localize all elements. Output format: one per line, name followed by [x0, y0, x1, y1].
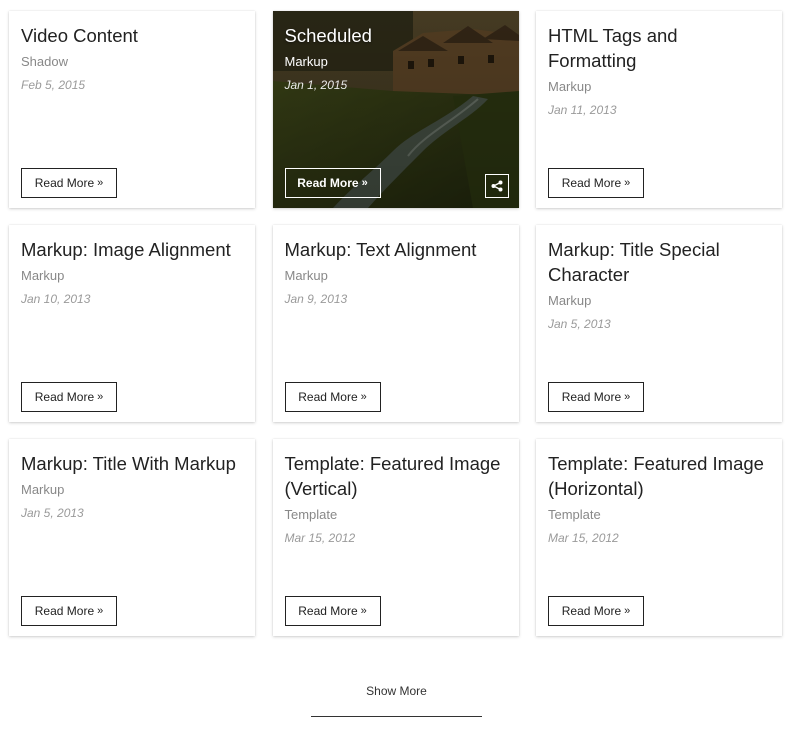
post-title[interactable]: HTML Tags and Formatting: [548, 23, 770, 73]
double-chevron-right-icon: »: [624, 605, 631, 617]
read-more-label: Read More: [297, 176, 359, 190]
read-more-button[interactable]: Read More»: [284, 382, 381, 412]
read-more-label: Read More: [34, 176, 95, 190]
post-category[interactable]: Template: [548, 507, 770, 523]
read-more-label: Read More: [561, 604, 622, 618]
post-title[interactable]: Template: Featured Image (Vertical): [285, 451, 507, 501]
post-title[interactable]: Markup: Image Alignment: [21, 237, 243, 262]
post-category[interactable]: Markup: [21, 268, 243, 284]
read-more-button[interactable]: Read More»: [284, 168, 381, 198]
double-chevron-right-icon: »: [361, 177, 368, 189]
post-date: Jan 1, 2015: [284, 78, 348, 92]
post-category[interactable]: Markup: [548, 79, 770, 95]
post-grid: Video Content Shadow Feb 5, 2015 Read Mo…: [9, 11, 782, 636]
post-date: Jan 9, 2013: [284, 292, 348, 306]
read-more-button[interactable]: Read More»: [21, 168, 117, 198]
read-more-button[interactable]: Read More»: [21, 596, 117, 626]
read-more-button[interactable]: Read More»: [548, 596, 644, 626]
read-more-label: Read More: [561, 176, 622, 190]
post-category[interactable]: Markup: [285, 54, 507, 70]
double-chevron-right-icon: »: [97, 177, 104, 189]
read-more-label: Read More: [298, 390, 358, 404]
double-chevron-right-icon: »: [360, 605, 367, 617]
post-card: Markup: Text Alignment Markup Jan 9, 201…: [272, 225, 519, 422]
post-category[interactable]: Shadow: [21, 54, 243, 70]
post-card-featured: Scheduled Markup Jan 1, 2015 Read More»: [272, 11, 519, 208]
post-card: Template: Featured Image (Horizontal) Te…: [536, 439, 782, 636]
post-card: Video Content Shadow Feb 5, 2015 Read Mo…: [9, 11, 255, 208]
post-title[interactable]: Markup: Title With Markup: [21, 451, 243, 476]
post-date: Jan 5, 2013: [21, 506, 84, 520]
read-more-label: Read More: [34, 604, 95, 618]
read-more-label: Read More: [34, 390, 95, 404]
share-icon: [491, 180, 502, 192]
show-more-container: Show More: [311, 676, 482, 717]
post-category[interactable]: Markup: [548, 293, 770, 309]
double-chevron-right-icon: »: [624, 391, 631, 403]
post-title[interactable]: Markup: Title Special Character: [548, 237, 770, 287]
post-date: Jan 11, 2013: [548, 103, 617, 117]
post-card: HTML Tags and Formatting Markup Jan 11, …: [536, 11, 782, 208]
featured-content: Scheduled Markup Jan 1, 2015: [285, 23, 507, 93]
post-card: Markup: Title With Markup Markup Jan 5, …: [9, 439, 255, 636]
double-chevron-right-icon: »: [97, 605, 104, 617]
post-category[interactable]: Template: [285, 507, 507, 523]
post-title[interactable]: Scheduled: [285, 23, 507, 48]
post-card: Markup: Title Special Character Markup J…: [536, 225, 782, 422]
post-title[interactable]: Video Content: [21, 23, 243, 48]
post-date: Jan 5, 2013: [548, 317, 611, 331]
post-date: Feb 5, 2015: [21, 78, 86, 92]
post-date: Mar 15, 2012: [548, 531, 619, 545]
read-more-button[interactable]: Read More»: [548, 168, 644, 198]
read-more-button[interactable]: Read More»: [548, 382, 644, 412]
double-chevron-right-icon: »: [97, 391, 104, 403]
share-button[interactable]: [484, 174, 509, 198]
post-category[interactable]: Markup: [285, 268, 507, 284]
read-more-label: Read More: [298, 604, 358, 618]
read-more-button[interactable]: Read More»: [284, 596, 381, 626]
post-card: Markup: Image Alignment Markup Jan 10, 2…: [9, 225, 255, 422]
post-date: Jan 10, 2013: [21, 292, 91, 306]
read-more-button[interactable]: Read More»: [21, 382, 117, 412]
post-title[interactable]: Template: Featured Image (Horizontal): [548, 451, 770, 501]
double-chevron-right-icon: »: [360, 391, 367, 403]
show-more-button[interactable]: Show More: [366, 684, 427, 698]
post-date: Mar 15, 2012: [284, 531, 356, 545]
post-title[interactable]: Markup: Text Alignment: [285, 237, 507, 262]
double-chevron-right-icon: »: [624, 177, 631, 189]
post-card: Template: Featured Image (Vertical) Temp…: [272, 439, 519, 636]
read-more-label: Read More: [561, 390, 622, 404]
post-category[interactable]: Markup: [21, 482, 243, 498]
